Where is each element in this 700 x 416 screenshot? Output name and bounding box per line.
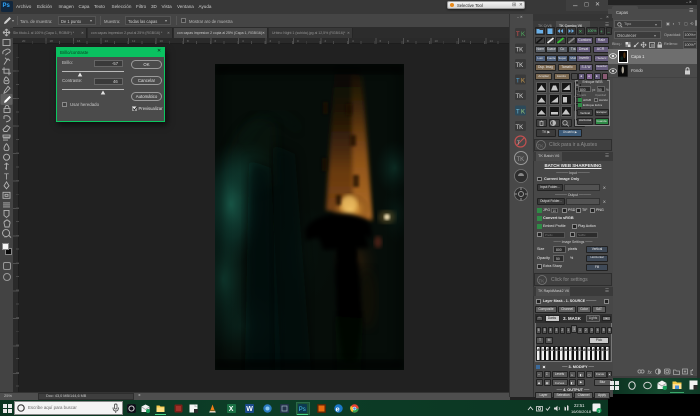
svg-text:T: T [516, 32, 520, 38]
svg-text:TK: TK [516, 63, 524, 69]
svg-text:X: X [229, 406, 234, 413]
svg-text:TK: TK [516, 125, 524, 131]
svg-text:Ps: Ps [299, 407, 306, 413]
svg-text:T: T [516, 79, 520, 85]
svg-text:TK: TK [539, 279, 545, 284]
svg-text:TK: TK [516, 48, 524, 54]
svg-text:fx: fx [648, 370, 653, 375]
svg-text:K: K [521, 110, 525, 116]
svg-text:TK: TK [516, 94, 524, 100]
svg-text:TK: TK [538, 144, 544, 149]
svg-text:K: K [521, 79, 525, 85]
svg-text:T: T [4, 172, 9, 181]
svg-text:e: e [336, 404, 340, 413]
svg-text:K: K [521, 32, 525, 38]
svg-text:TK: TK [517, 157, 525, 163]
svg-text:T: T [516, 110, 520, 116]
svg-text:W: W [246, 406, 253, 413]
svg-text:T: T [517, 141, 520, 147]
